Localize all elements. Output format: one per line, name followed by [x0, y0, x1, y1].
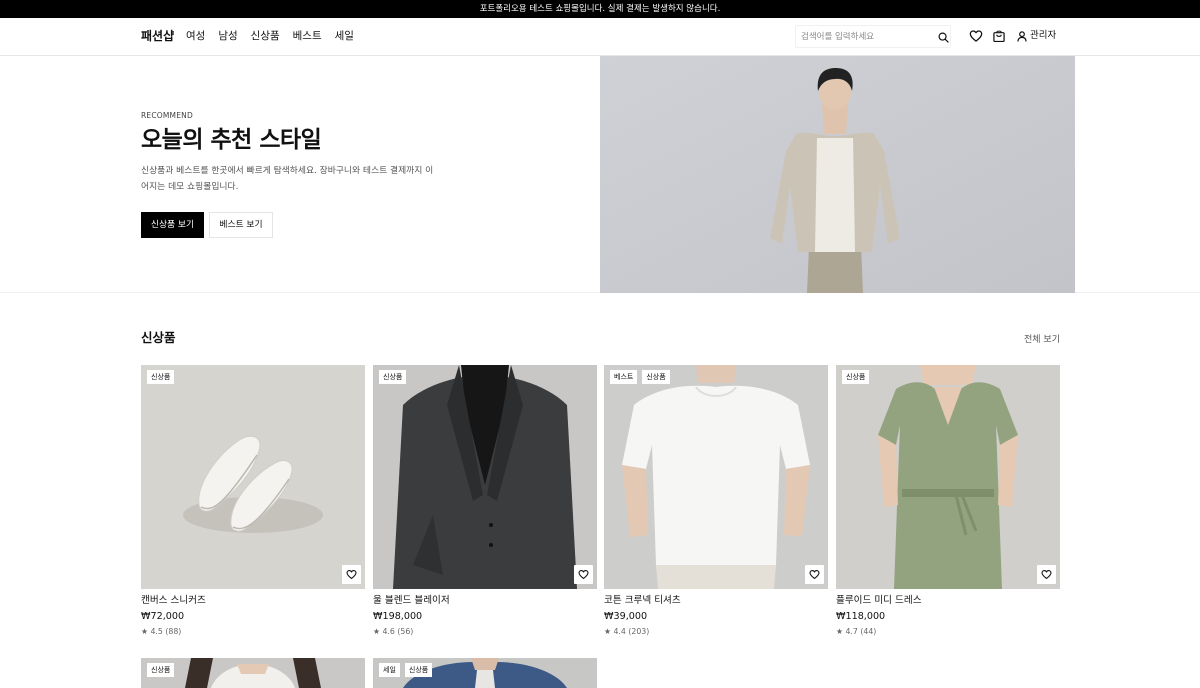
product-image[interactable]	[141, 365, 365, 589]
wishlist-button[interactable]	[1037, 565, 1056, 584]
hero-banner: RECOMMEND 오늘의 추천 스타일 신상품과 베스트를 한곳에서 빠르게 …	[0, 56, 1200, 293]
wishlist-button[interactable]	[342, 565, 361, 584]
product-name[interactable]: 코튼 크루넥 티셔츠	[604, 594, 681, 608]
product-price: ₩72,000	[141, 611, 185, 622]
hero-kicker: RECOMMEND	[141, 111, 193, 120]
badges: 신상품	[147, 663, 175, 677]
badge: 신상품	[404, 663, 433, 677]
nav-women[interactable]: 여성	[186, 28, 205, 44]
product-name[interactable]: 캔버스 스니커즈	[141, 594, 206, 608]
product-image[interactable]	[373, 365, 597, 589]
notice-bar: 포트폴리오용 테스트 쇼핑몰입니다. 실제 결제는 발생하지 않습니다.	[0, 0, 1200, 18]
admin-link[interactable]: 관리자	[1017, 28, 1056, 44]
badges: 신상품	[842, 370, 870, 384]
badges: 신상품	[379, 370, 407, 384]
badges: 세일 신상품	[379, 663, 433, 677]
hero-description: 신상품과 베스트를 한곳에서 빠르게 탐색하세요. 장바구니와 테스트 결제까지…	[141, 166, 434, 192]
nav-sale[interactable]: 세일	[335, 28, 354, 44]
heart-icon	[1041, 570, 1052, 580]
heart-icon[interactable]	[969, 29, 983, 43]
badge: 세일	[379, 663, 400, 677]
product-rating: ★ 4.7 (44)	[836, 627, 877, 636]
product-card[interactable]: 신상품	[141, 658, 365, 688]
product-price: ₩39,000	[604, 611, 648, 622]
admin-label: 관리자	[1030, 30, 1057, 41]
notice-text: 포트폴리오용 테스트 쇼핑몰입니다. 실제 결제는 발생하지 않습니다.	[479, 4, 721, 14]
product-rating: ★ 4.5 (88)	[141, 627, 182, 636]
see-all-link[interactable]: 전체 보기	[1024, 332, 1060, 345]
logo[interactable]: 패션샵	[141, 28, 174, 44]
section-title: 신상품	[141, 330, 176, 345]
product-rating: ★ 4.4 (203)	[604, 627, 650, 636]
cart-icon[interactable]	[992, 29, 1006, 43]
heart-icon	[809, 570, 820, 580]
badge: 신상품	[379, 370, 407, 384]
badge: 베스트	[610, 370, 638, 384]
search-icon[interactable]	[938, 32, 949, 43]
badge: 신상품	[147, 663, 175, 677]
product-name[interactable]: 울 블렌드 블레이저	[373, 594, 450, 608]
search-box	[795, 25, 951, 48]
wishlist-button[interactable]	[805, 565, 824, 584]
product-name[interactable]: 플루이드 미디 드레스	[836, 594, 922, 608]
badges: 베스트 신상품	[610, 370, 670, 384]
search-input[interactable]	[801, 29, 929, 45]
product-image[interactable]	[604, 365, 828, 589]
main-nav: 여성 남성 신상품 베스트 세일	[186, 28, 354, 44]
new-arrivals-button[interactable]: 신상품 보기	[141, 212, 204, 238]
heart-icon	[578, 570, 589, 580]
product-image[interactable]	[836, 365, 1060, 589]
badge: 신상품	[642, 370, 670, 384]
badge: 신상품	[147, 370, 175, 384]
nav-best[interactable]: 베스트	[293, 28, 322, 44]
product-image[interactable]	[141, 658, 365, 688]
user-icon	[1017, 30, 1027, 42]
heart-icon	[346, 570, 357, 580]
product-price: ₩118,000	[836, 611, 886, 622]
hero-title: 오늘의 추천 스타일	[141, 127, 322, 153]
site-header: 패션샵 여성 남성 신상품 베스트 세일 관리자	[0, 18, 1200, 56]
badges: 신상품	[147, 370, 175, 384]
product-price: ₩198,000	[373, 611, 423, 622]
nav-new-arrivals[interactable]: 신상품	[251, 28, 280, 44]
product-rating: ★ 4.6 (56)	[373, 627, 414, 636]
product-card[interactable]: 세일 신상품	[373, 658, 597, 688]
nav-men[interactable]: 남성	[218, 28, 237, 44]
best-button[interactable]: 베스트 보기	[209, 212, 273, 238]
badge: 신상품	[842, 370, 870, 384]
wishlist-button[interactable]	[574, 565, 593, 584]
hero-image	[600, 56, 1075, 293]
